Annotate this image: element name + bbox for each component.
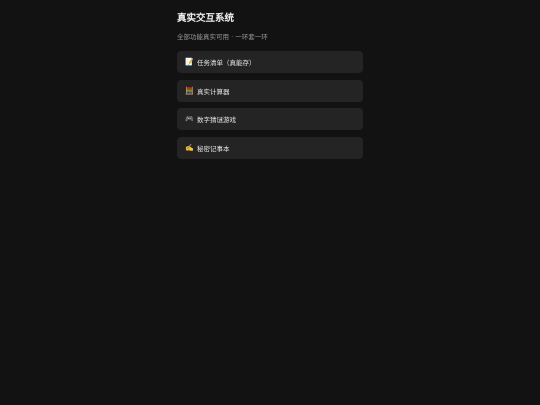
menu-item-guess-game[interactable]: 🎮 数字猜谜游戏 — [177, 108, 363, 130]
menu-item-secret-notepad[interactable]: ✍️ 秘密记事本 — [177, 137, 363, 159]
memo-icon: 📝 — [185, 57, 194, 66]
menu-item-task-list[interactable]: 📝 任务清单（真能存） — [177, 51, 363, 73]
menu-item-label: 真实计算器 — [197, 88, 230, 96]
page-subtitle: 全部功能真实可用 · 一环套一环 — [177, 33, 268, 41]
menu-item-label: 秘密记事本 — [197, 145, 230, 153]
writing-hand-icon: ✍️ — [185, 143, 194, 152]
menu-item-label: 任务清单（真能存） — [197, 59, 256, 67]
menu-item-label: 数字猜谜游戏 — [197, 116, 236, 124]
gamepad-icon: 🎮 — [185, 114, 194, 123]
abacus-icon: 🧮 — [185, 86, 194, 95]
page-title: 真实交互系统 — [177, 13, 235, 24]
menu-item-calculator[interactable]: 🧮 真实计算器 — [177, 80, 363, 102]
